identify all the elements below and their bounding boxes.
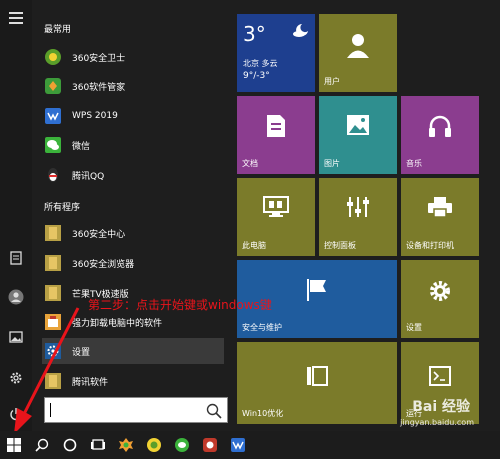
tile-settings[interactable]: 设置 [401, 260, 479, 338]
360-software-icon [42, 75, 64, 97]
sliders-icon [319, 196, 397, 218]
app-label: 360软件管家 [72, 82, 126, 93]
document-icon[interactable] [6, 248, 26, 268]
wps-icon [42, 105, 64, 127]
taskbar [0, 431, 500, 459]
weather-range: 9°/-3° [243, 71, 270, 81]
app-label: WPS 2019 [72, 111, 118, 121]
app-item-qq[interactable]: 腾讯QQ [42, 162, 224, 188]
tile-label: 文档 [242, 159, 258, 168]
tile-label: 设备和打印机 [406, 241, 454, 250]
app-label: 微信 [72, 141, 91, 152]
tile-label: 用户 [324, 77, 340, 86]
user-icon [319, 32, 397, 58]
section-most-used: 最常用 [44, 25, 72, 35]
folder-icon [42, 222, 64, 244]
printer-icon [401, 196, 479, 218]
weather-city: 北京 多云 [243, 59, 278, 68]
tile-this-pc[interactable]: 此电脑 [237, 178, 315, 256]
annotation-text: 第二步：点击开始键或windows键 [88, 298, 272, 312]
app-label: 360安全中心 [72, 229, 126, 240]
app-label: 360安全卫士 [72, 53, 126, 64]
annotation-arrow-icon [14, 307, 80, 434]
tile-label: Win10优化 [242, 409, 284, 418]
hamburger-menu-icon[interactable] [6, 8, 26, 28]
qq-icon [42, 164, 64, 186]
game-taskbar-icon[interactable] [196, 431, 224, 459]
task-view-icon[interactable] [84, 431, 112, 459]
run-icon [401, 366, 479, 386]
app-item-wechat[interactable]: 微信 [42, 132, 224, 158]
app-item-wps[interactable]: WPS 2019 [42, 103, 224, 129]
tile-user[interactable]: 用户 [319, 14, 397, 92]
tile-pictures[interactable]: 图片 [319, 96, 397, 174]
app-label: 360安全浏览器 [72, 259, 135, 270]
app-item-360browser[interactable]: 360安全浏览器 [42, 250, 224, 276]
monitor-icon [237, 196, 315, 218]
folder-icon [42, 252, 64, 274]
tile-music[interactable]: 音乐 [401, 96, 479, 174]
app-store-icon[interactable] [112, 431, 140, 459]
watermark-logo: Bai 经验 [412, 399, 470, 415]
app-label: 腾讯QQ [72, 171, 105, 182]
watermark-url: jingyan.baidu.com [400, 418, 474, 427]
tile-label: 音乐 [406, 159, 422, 168]
tile-win10-optimize[interactable]: Win10优化 [237, 342, 397, 424]
tile-label: 安全与维护 [242, 323, 282, 332]
tile-label: 设置 [406, 323, 422, 332]
tile-devices-printers[interactable]: 设备和打印机 [401, 178, 479, 256]
documents-icon [237, 114, 315, 138]
section-all-programs: 所有程序 [44, 203, 81, 213]
moon-cloud-icon [292, 22, 310, 40]
app-item-360safe[interactable]: 360安全卫士 [42, 44, 224, 70]
tile-label: 图片 [324, 159, 340, 168]
app-item-360software[interactable]: 360软件管家 [42, 73, 224, 99]
tile-control-panel[interactable]: 控制面板 [319, 178, 397, 256]
tile-weather[interactable]: 3° 北京 多云 9°/-3° [237, 14, 315, 92]
tile-grid: 3° 北京 多云 9°/-3° 用户 文档 图片 音乐 此电脑 控制面板 设备和… [236, 0, 500, 431]
gear-icon [401, 278, 479, 304]
cortana-icon[interactable] [56, 431, 84, 459]
360-safe-icon [42, 46, 64, 68]
window-panel-icon [237, 366, 397, 386]
wechat-taskbar-icon[interactable] [168, 431, 196, 459]
app-item-360center[interactable]: 360安全中心 [42, 220, 224, 246]
search-icon[interactable] [205, 402, 223, 420]
tile-label: 控制面板 [324, 241, 356, 250]
wechat-icon [42, 134, 64, 156]
headphones-icon [401, 114, 479, 138]
tile-documents[interactable]: 文档 [237, 96, 315, 174]
start-menu: 最常用 360安全卫士 360软件管家 WPS 2019 微信 腾讯QQ 所有程… [0, 0, 500, 434]
360-browser-taskbar-icon[interactable] [140, 431, 168, 459]
pictures-icon [319, 114, 397, 136]
search-icon[interactable] [28, 431, 56, 459]
wps-taskbar-icon[interactable] [224, 431, 252, 459]
tile-label: 此电脑 [242, 241, 266, 250]
weather-temp: 3° [243, 22, 266, 46]
windows-start-icon[interactable] [0, 431, 28, 459]
